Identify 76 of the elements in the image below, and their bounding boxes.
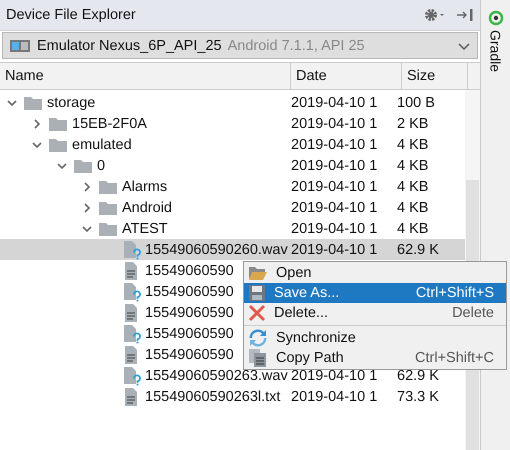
file-row[interactable]: ATEST 2019-04-10 1 4 KB [0, 218, 465, 239]
file-name: emulated [72, 136, 132, 152]
sync-icon [248, 328, 268, 348]
folder-icon [48, 116, 68, 132]
date-cell-text: 2019-04-10 1 [291, 220, 378, 236]
file-name: storage [47, 94, 96, 110]
hide-panel-icon[interactable] [456, 7, 474, 23]
file-row[interactable]: 15549060590263.wav 2019-04-10 1 62.9 K [0, 365, 465, 386]
menu-item[interactable]: Open [244, 263, 506, 283]
file-row[interactable]: Android 2019-04-10 1 4 KB [0, 197, 465, 218]
panel-title: Device File Explorer [6, 7, 137, 23]
file-row[interactable]: Alarms 2019-04-10 1 4 KB [0, 176, 465, 197]
size-cell-text: 4 KB [397, 178, 430, 194]
menu-item[interactable]: Delete... Delete [244, 303, 506, 323]
unknown-file-icon [123, 366, 141, 386]
file-name: 15549060590 [145, 262, 234, 278]
menu-item[interactable]: Copy Path Ctrl+Shift+C [244, 348, 506, 368]
device-icon [9, 38, 31, 54]
size-cell-text: 100 B [397, 94, 436, 110]
file-row[interactable]: 15549060590263l.txt 2019-04-10 1 73.3 K [0, 386, 465, 407]
delete-icon [248, 304, 266, 322]
file-name: 15EB-2F0A [72, 116, 147, 132]
size-cell-text: 4 KB [397, 200, 430, 216]
file-name: Alarms [122, 178, 168, 194]
file-name: 15549060590260.wav [145, 242, 288, 258]
date-cell-text: 2019-04-10 1 [291, 242, 378, 258]
column-header[interactable]: Name [0, 63, 291, 89]
folder-icon [98, 200, 118, 216]
unknown-file-icon [123, 282, 141, 302]
folder-icon [98, 220, 118, 236]
size-cell-text: 4 KB [397, 136, 430, 152]
folder-icon [98, 178, 118, 194]
date-cell-text: 2019-04-10 1 [291, 116, 378, 132]
folder-icon [248, 264, 268, 282]
size-cell-text: 62.9 K [397, 242, 440, 258]
file-name: 15549060590263l.txt [145, 388, 280, 404]
device-name: Emulator Nexus_6P_API_25 [37, 38, 222, 54]
file-row[interactable]: 15549060590260.wav 2019-04-10 1 62.9 K [0, 239, 465, 260]
date-cell-text: 2019-04-10 1 [291, 158, 378, 174]
file-name: ATEST [122, 220, 168, 236]
date-cell-text: 2019-04-10 1 [291, 200, 378, 216]
file-row[interactable]: storage 2019-04-10 1 100 B [0, 92, 465, 113]
gradle-icon[interactable] [488, 10, 504, 26]
file-name: 0 [97, 158, 106, 174]
unknown-file-icon [123, 324, 141, 344]
file-name: 15549060590263.wav [145, 368, 288, 384]
date-cell-text: 2019-04-10 1 [291, 368, 378, 384]
file-row[interactable]: 0 2019-04-10 1 4 KB [0, 155, 465, 176]
size-cell-text: 4 KB [397, 158, 430, 174]
menu-item[interactable]: Synchronize [244, 328, 506, 348]
date-cell-text: 2019-04-10 1 [291, 136, 378, 152]
file-name: 15549060590 [145, 304, 234, 320]
unknown-file-icon [123, 240, 141, 260]
menu-item[interactable]: Save As... Ctrl+Shift+S [244, 283, 506, 303]
device-dropdown[interactable]: Emulator Nexus_6P_API_25 Android 7.1.1, API 25 [2, 32, 478, 59]
file-name: 15549060590 [145, 326, 234, 342]
size-cell-text: 4 KB [397, 220, 430, 236]
date-cell-text: 2019-04-10 1 [291, 178, 378, 194]
folder-icon [73, 158, 93, 174]
size-cell-text: 62.9 K [397, 368, 440, 384]
file-name: 15549060590 [145, 284, 234, 300]
column-header[interactable]: Date [291, 63, 402, 89]
date-cell-text: 2019-04-10 1 [291, 388, 378, 404]
file-row[interactable]: emulated 2019-04-10 1 4 KB [0, 134, 465, 155]
settings-icon[interactable] [424, 7, 446, 23]
size-cell-text: 73.3 K [397, 388, 440, 404]
file-name: 15549060590 [145, 346, 234, 362]
folder-icon [48, 136, 68, 152]
column-header[interactable]: Size [402, 63, 468, 89]
date-cell-text: 2019-04-10 1 [291, 94, 378, 110]
size-cell-text: 2 KB [397, 116, 430, 132]
file-name: Android [122, 200, 172, 216]
folder-icon [23, 94, 43, 110]
file-row[interactable]: 15EB-2F0A 2019-04-10 1 2 KB [0, 113, 465, 134]
device-details: Android 7.1.1, API 25 [228, 38, 366, 54]
side-tab-label[interactable]: Gradle [488, 30, 504, 72]
